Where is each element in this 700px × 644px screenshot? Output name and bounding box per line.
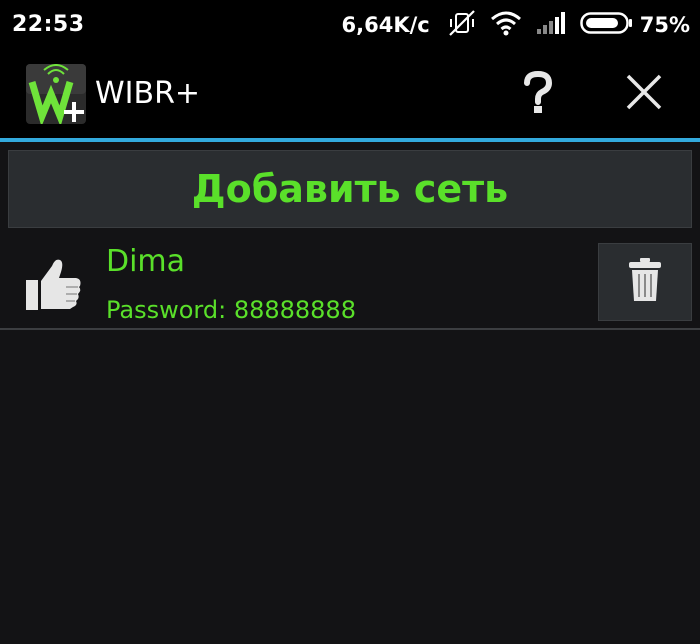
wifi-icon bbox=[490, 10, 522, 40]
thumbs-up-icon bbox=[22, 254, 84, 314]
app-title: WIBR+ bbox=[95, 76, 201, 111]
status-icons: 6,64K/c 75% bbox=[342, 0, 690, 50]
battery-icon bbox=[579, 11, 634, 39]
battery-percent: 75% bbox=[639, 13, 690, 37]
close-button[interactable] bbox=[614, 64, 674, 124]
wibr-logo-icon bbox=[26, 64, 86, 127]
net-speed: 6,64K/c bbox=[341, 13, 430, 37]
list-item[interactable]: Dima Password: 88888888 bbox=[0, 236, 700, 328]
network-password: Password: 88888888 bbox=[106, 296, 356, 324]
mute-vibrate-off-icon bbox=[448, 9, 476, 41]
help-icon bbox=[523, 70, 553, 117]
list-divider bbox=[0, 328, 700, 330]
action-bar-accent-line bbox=[0, 138, 700, 142]
action-bar: WIBR+ bbox=[0, 50, 700, 138]
help-button[interactable] bbox=[508, 64, 568, 124]
signal-icon bbox=[536, 11, 566, 39]
add-network-button[interactable]: Добавить сеть bbox=[8, 150, 692, 228]
trash-icon bbox=[627, 257, 663, 307]
status-time: 22:53 bbox=[12, 12, 85, 37]
status-bar: 22:53 6,64K/c 75% bbox=[0, 0, 700, 50]
close-icon bbox=[625, 73, 663, 115]
delete-network-button[interactable] bbox=[598, 243, 692, 321]
network-name: Dima bbox=[106, 244, 186, 279]
